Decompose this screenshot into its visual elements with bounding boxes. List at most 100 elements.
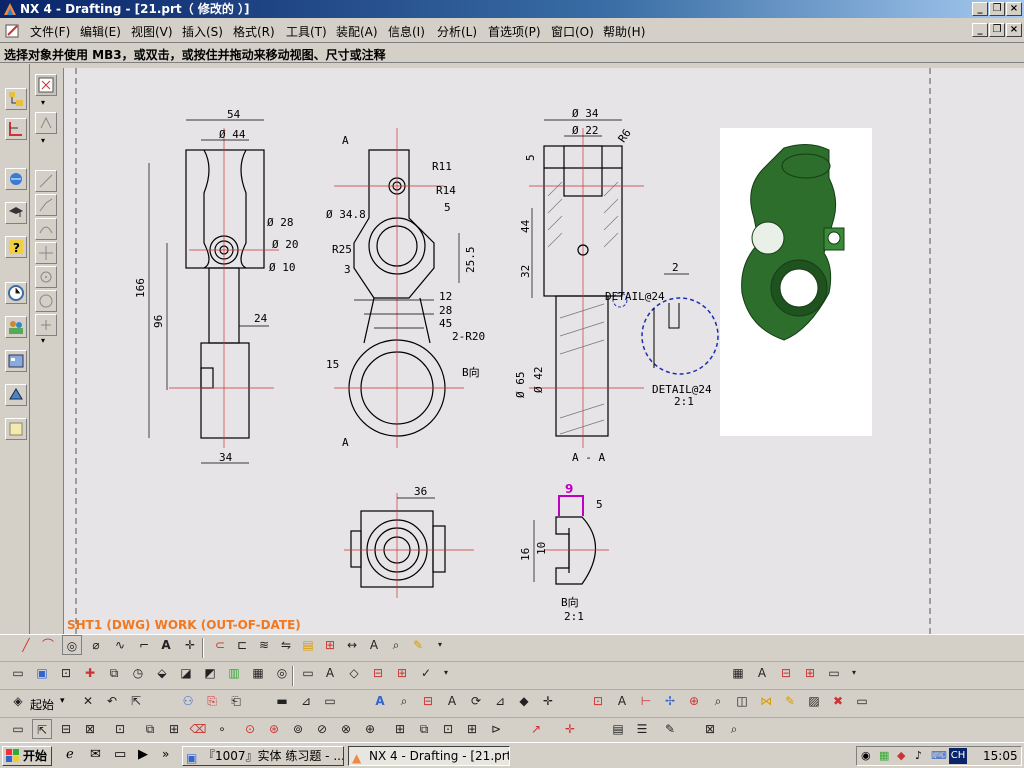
arrow-pick-icon[interactable]: ↗ (526, 719, 546, 739)
dropdown-arrow-icon[interactable]: ▾ (41, 98, 45, 107)
move-view-icon[interactable] (35, 112, 57, 134)
label-icon[interactable]: A (320, 663, 340, 683)
pan-icon[interactable]: ⊟ (418, 691, 438, 711)
clock-icon[interactable] (5, 282, 27, 304)
new-sheet-icon[interactable]: ▭ (8, 663, 28, 683)
radial-icon[interactable]: ⊡ (588, 691, 608, 711)
point-snap-icon[interactable]: ∘ (212, 719, 232, 739)
dropdown-arrow-icon[interactable]: ▾ (41, 336, 45, 345)
text-tool-icon[interactable]: A (156, 635, 176, 655)
copy-view-icon[interactable]: ⧉ (414, 719, 434, 739)
table-note-icon[interactable]: ▦ (728, 663, 748, 683)
restore-button[interactable]: ❐ (989, 2, 1005, 16)
circle-point-icon[interactable] (35, 266, 57, 288)
copy-icon[interactable]: ⎘ (202, 691, 222, 711)
grid-icon[interactable]: ⊞ (390, 719, 410, 739)
cancel-icon[interactable]: ✕ (78, 691, 98, 711)
line-icon[interactable] (35, 170, 57, 192)
display-sheet-icon[interactable]: ⊡ (56, 663, 76, 683)
leader-icon[interactable]: A (612, 691, 632, 711)
drawing-sheet[interactable]: 54 Ø 44 Ø 28 Ø 20 Ø 10 166 96 24 34 A A (63, 68, 1024, 634)
doc-minimize-button[interactable]: _ (972, 23, 988, 37)
fillet-tool-icon[interactable]: ⌐ (134, 635, 154, 655)
tray-input-icon[interactable]: ⌨ (931, 749, 947, 762)
assembly-navigator-icon[interactable] (5, 88, 27, 110)
ie-icon[interactable]: ℯ (66, 747, 74, 762)
move-icon[interactable]: ⊡ (438, 719, 458, 739)
half-section-icon[interactable]: ◪ (176, 663, 196, 683)
zoom-tool-icon[interactable]: ⌕ (386, 635, 406, 655)
minimize-button[interactable]: _ (972, 2, 988, 16)
gdt-icon[interactable]: ⊞ (392, 663, 412, 683)
point-tool-icon[interactable]: ✛ (180, 635, 200, 655)
section-view-icon[interactable]: ⬙ (152, 663, 172, 683)
erase-icon[interactable]: ⌫ (188, 719, 208, 739)
dropdown-arrow-icon[interactable]: ▾ (41, 136, 45, 145)
zoom-out-icon[interactable]: ⌕ (724, 719, 744, 739)
desktop-icon[interactable]: ▭ (114, 747, 126, 762)
zoom-window-icon[interactable]: ⊠ (700, 719, 720, 739)
tray-network-icon[interactable]: ▦ (879, 749, 889, 762)
snap-tool-icon[interactable]: ◎ (62, 635, 82, 655)
start-icon[interactable]: ◈ (8, 691, 28, 711)
tray-app-icon[interactable]: ◉ (861, 749, 871, 762)
existing-point-icon[interactable]: ⊕ (360, 719, 380, 739)
web-browser-icon[interactable] (5, 168, 27, 190)
dropdown-arrow-icon[interactable]: ▾ (436, 663, 456, 683)
menu-analysis[interactable]: 分析(L) (437, 23, 477, 40)
part-navigator-icon[interactable] (5, 118, 27, 140)
layer-icon[interactable]: ▬ (272, 691, 292, 711)
menu-format[interactable]: 格式(R) (233, 23, 275, 40)
point-icon[interactable] (35, 314, 57, 336)
media-player-icon[interactable]: ▶ (138, 747, 148, 762)
menu-edit[interactable]: 编辑(E) (80, 23, 121, 40)
parts-list-icon[interactable]: ⊟ (776, 663, 796, 683)
selection-icon[interactable]: ⇱ (126, 691, 146, 711)
menu-file[interactable]: 文件(F) (30, 23, 70, 40)
dropdown-arrow-icon[interactable]: ▾ (430, 635, 450, 655)
view-boundary-icon[interactable]: ◎ (272, 663, 292, 683)
properties-icon[interactable]: ▭ (852, 691, 872, 711)
offset-icon[interactable]: ≋ (254, 635, 274, 655)
menu-info[interactable]: 信息(I) (388, 23, 425, 40)
arc-tool-icon[interactable]: ⌒ (38, 635, 58, 655)
palette-icon[interactable] (5, 418, 27, 440)
edit-table-icon[interactable]: ⊞ (800, 663, 820, 683)
align-icon[interactable]: ⊢ (636, 691, 656, 711)
cross-icon[interactable] (35, 242, 57, 264)
pencil-icon[interactable]: ✎ (408, 635, 428, 655)
image-icon[interactable]: ▨ (804, 691, 824, 711)
rotate-icon[interactable]: ⟳ (466, 691, 486, 711)
doc-close-button[interactable]: × (1006, 23, 1022, 37)
id-symbol-icon[interactable]: ⊟ (368, 663, 388, 683)
roles-icon[interactable] (5, 316, 27, 338)
start-dropdown-icon[interactable]: ▾ (60, 696, 65, 706)
window-icon[interactable]: ▭ (8, 719, 28, 739)
find-icon[interactable]: ⌕ (708, 691, 728, 711)
view-triad-icon[interactable]: ✛ (538, 691, 558, 711)
symbol-icon[interactable]: ◇ (344, 663, 364, 683)
undo-icon[interactable]: ↶ (102, 691, 122, 711)
polyline-icon[interactable] (35, 194, 57, 216)
bow-tie-icon[interactable]: ⋈ (756, 691, 776, 711)
select-drafting-icon[interactable]: ⊟ (56, 719, 76, 739)
quadrant-snap-icon[interactable]: ⊘ (312, 719, 332, 739)
mirror-icon[interactable]: ⇋ (276, 635, 296, 655)
projected-view-icon[interactable]: ⧉ (104, 663, 124, 683)
open-sheet-icon[interactable]: ▣ (32, 663, 52, 683)
visualization-icon[interactable] (5, 384, 27, 406)
base-view-icon[interactable]: ✚ (80, 663, 100, 683)
select-annotations-icon[interactable]: ⊞ (164, 719, 184, 739)
menu-window[interactable]: 窗口(O) (551, 23, 594, 40)
line-tool-icon[interactable]: ╱ (16, 635, 36, 655)
help-icon[interactable]: ? (5, 236, 27, 258)
layer-settings-icon[interactable]: ⊿ (296, 691, 316, 711)
detail-view-icon[interactable]: ◷ (128, 663, 148, 683)
spline-tool-icon[interactable]: ∿ (110, 635, 130, 655)
task-document[interactable]: ▣ 『1007』实体 练习题 - ... (182, 746, 344, 766)
revolved-section-icon[interactable]: ◩ (200, 663, 220, 683)
language-indicator[interactable]: CH (949, 748, 967, 764)
edit-text-icon[interactable]: A (442, 691, 462, 711)
menu-tools[interactable]: 工具(T) (286, 23, 327, 40)
more-quicklaunch-icon[interactable]: » (162, 747, 169, 761)
